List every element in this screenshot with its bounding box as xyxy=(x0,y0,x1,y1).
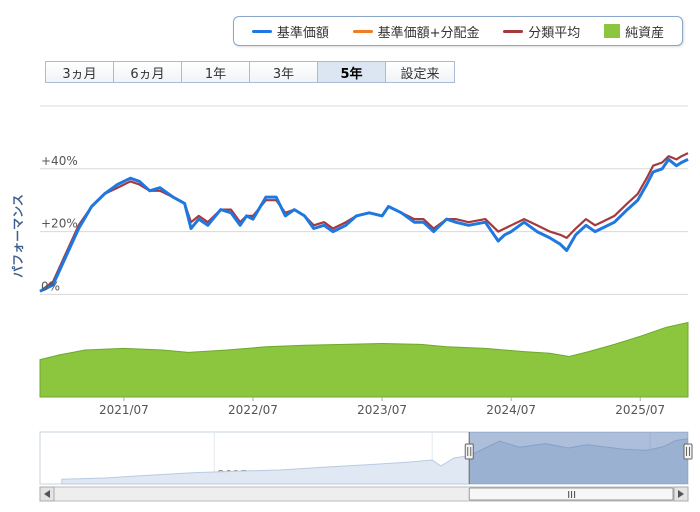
performance-chart: +40%+20%0% 2021/07 2022/07 2023/07 2024/07 2… xyxy=(11,105,693,502)
x-tick-label: 2023/07 xyxy=(357,403,407,417)
y-tick-label: +40% xyxy=(41,154,78,168)
navigator-left-handle[interactable] xyxy=(464,443,474,460)
x-tick-label: 2024/07 xyxy=(486,403,536,417)
y-axis-label: パフォーマンス xyxy=(11,194,25,278)
y-tick-label: 0% xyxy=(41,279,60,293)
scroll-left-button[interactable] xyxy=(39,486,55,502)
scroll-right-button[interactable] xyxy=(673,486,689,502)
y-tick-label: +20% xyxy=(41,217,78,231)
net-assets-area-layer xyxy=(39,321,689,398)
series-lines xyxy=(39,152,689,293)
x-tick-label: 2022/07 xyxy=(228,403,278,417)
range-navigator[interactable]: 201520202025 xyxy=(39,431,693,485)
series-line-0 xyxy=(39,152,689,293)
scrollbar-grip-icon: III xyxy=(567,490,576,501)
scrollbar-thumb[interactable]: III xyxy=(468,487,674,501)
navigator-scrollbar[interactable]: III xyxy=(39,486,689,502)
navigator-selection xyxy=(469,432,688,484)
series-line-2 xyxy=(39,157,689,293)
net-assets-area xyxy=(39,321,689,398)
x-tick-label: 2021/07 xyxy=(99,403,149,417)
navigator-right-handle[interactable] xyxy=(683,443,693,460)
x-tick-label: 2025/07 xyxy=(615,403,665,417)
x-axis-ticks: 2021/07 2022/07 2023/07 2024/07 2025/07 xyxy=(99,397,665,417)
